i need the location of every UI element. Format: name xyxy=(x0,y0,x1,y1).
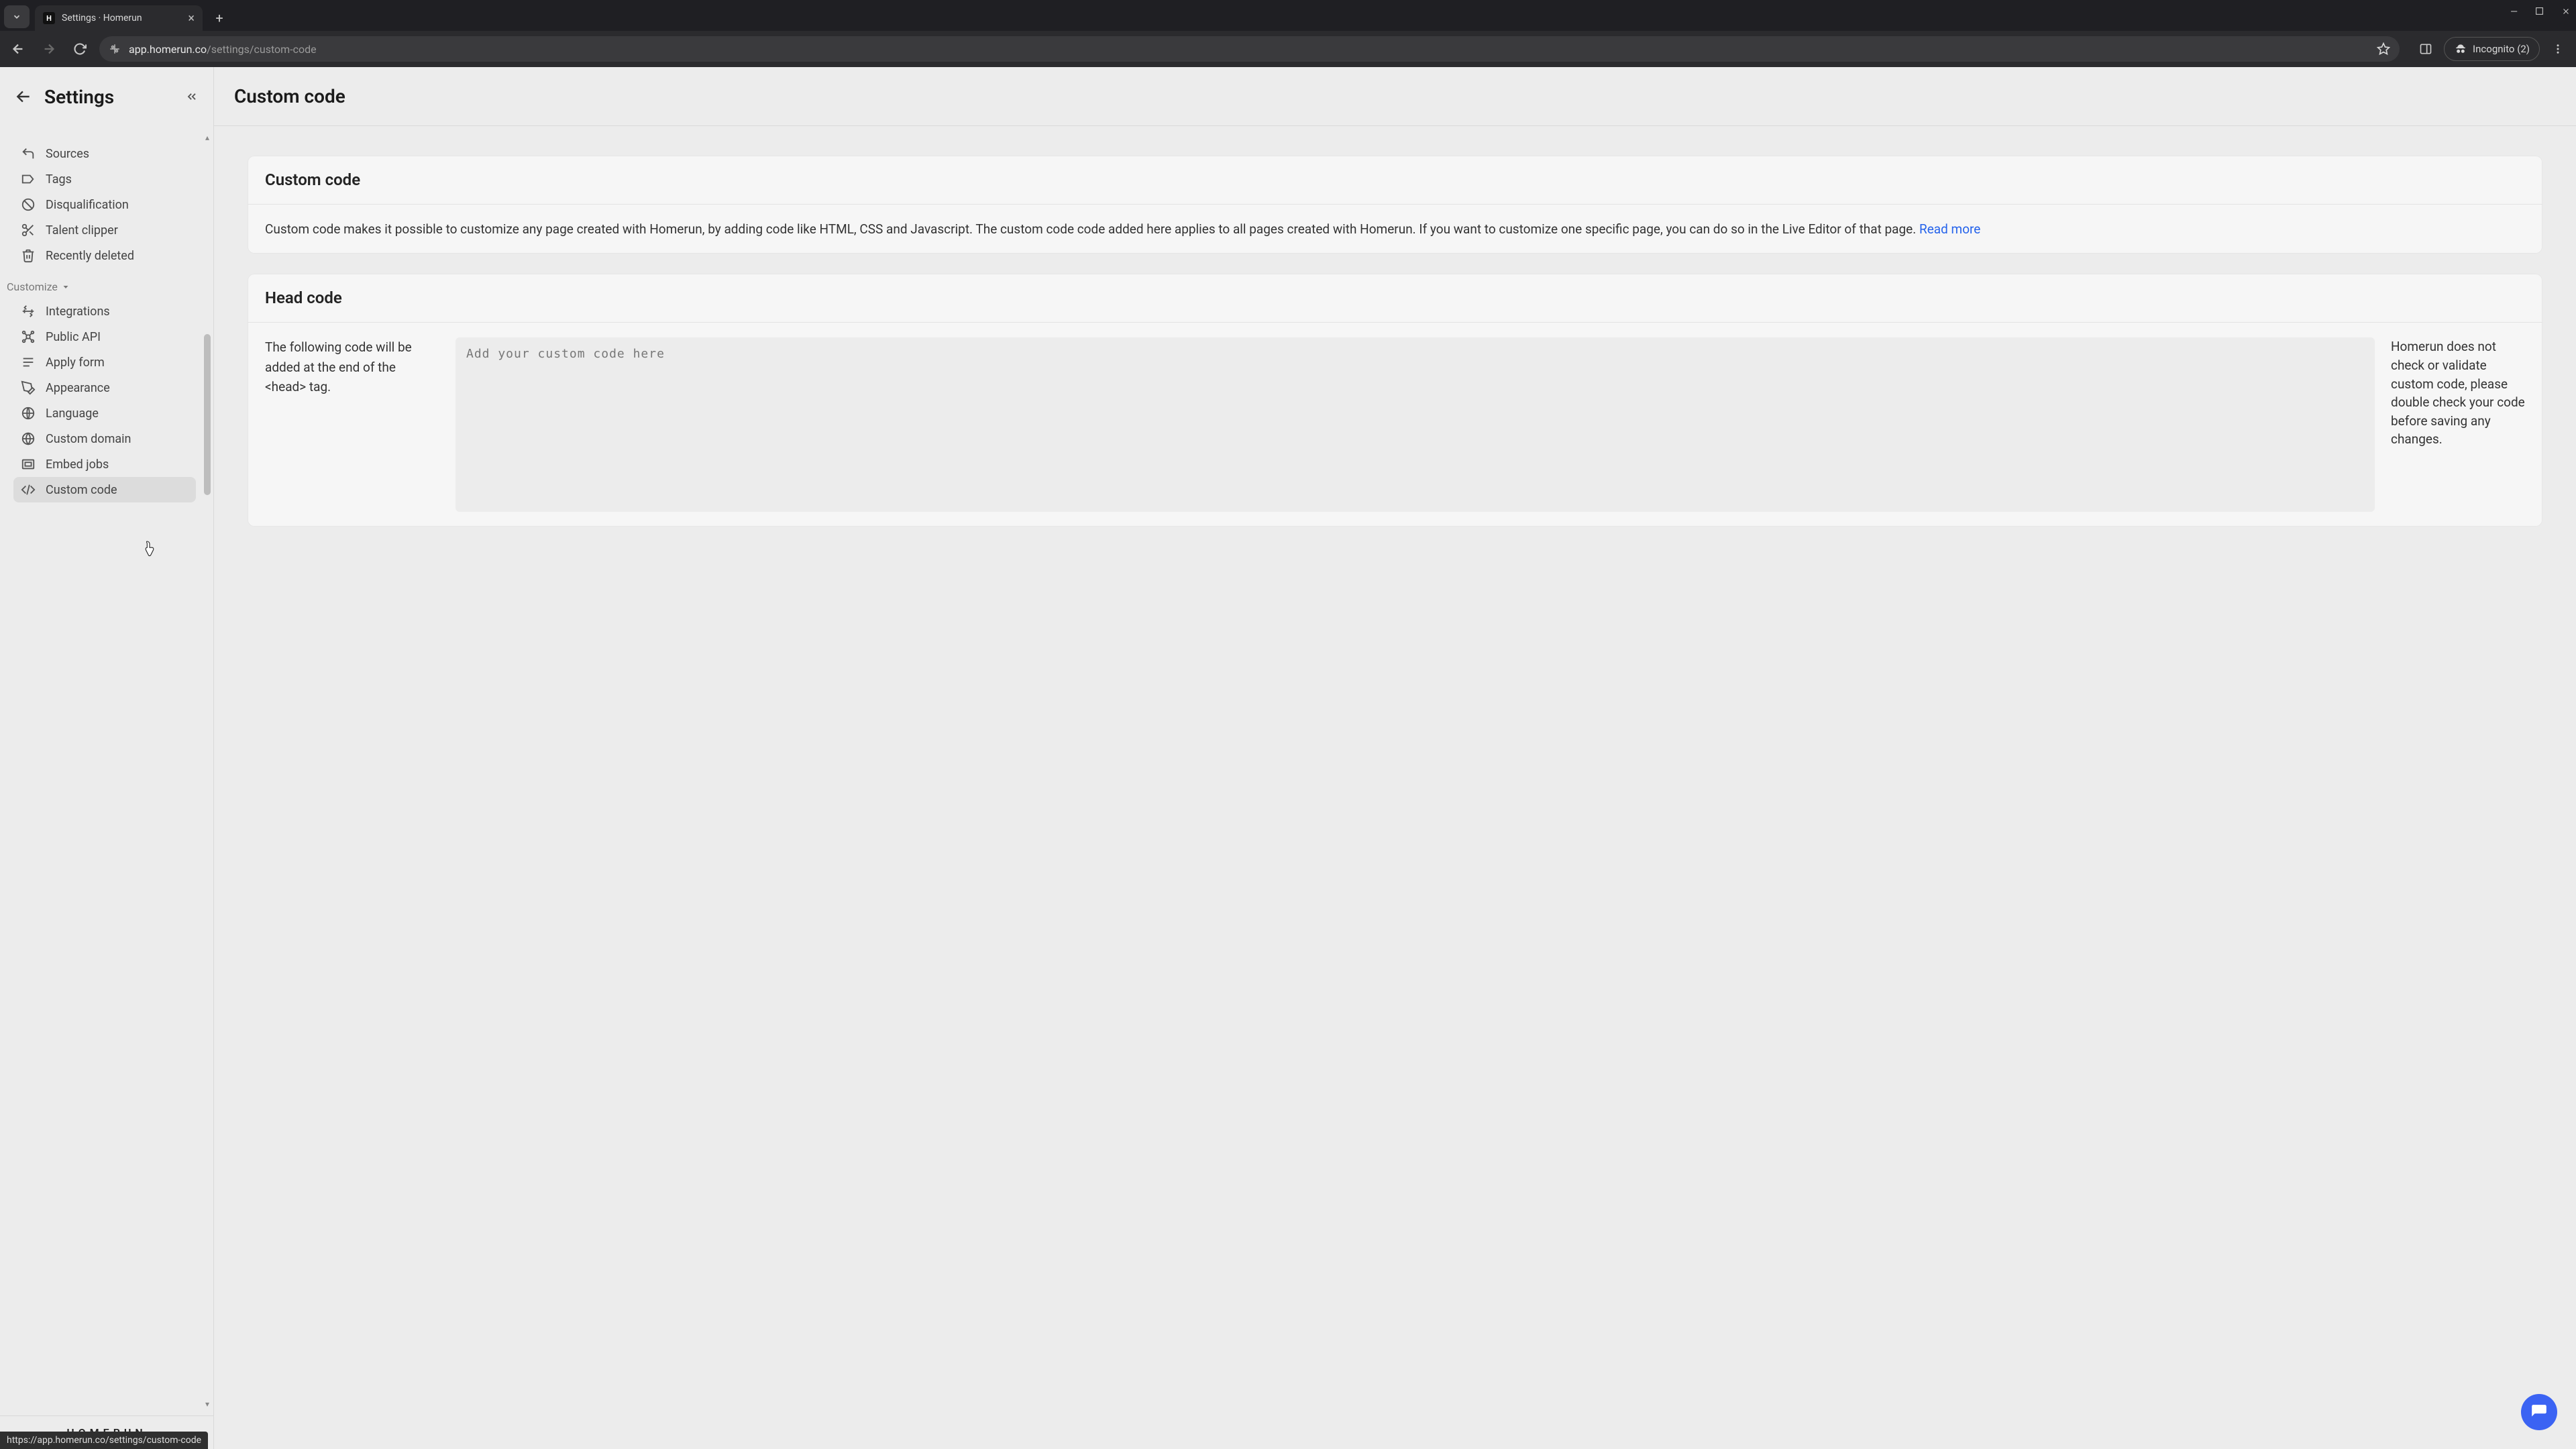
custom-code-card-heading: Custom code xyxy=(248,156,2542,205)
window-close-icon[interactable] xyxy=(2561,7,2571,17)
page-title: Custom code xyxy=(234,85,345,107)
sidebar-item-sources[interactable]: Sources xyxy=(13,141,196,166)
tab-favicon: H xyxy=(43,12,55,24)
window-maximize-icon[interactable] xyxy=(2535,7,2544,17)
side-panel-icon[interactable] xyxy=(2414,38,2437,60)
disqualification-icon xyxy=(20,197,36,213)
tab-close-icon[interactable]: × xyxy=(188,11,195,25)
tab-search-dropdown[interactable] xyxy=(4,5,30,28)
scissors-icon xyxy=(20,222,36,238)
sidebar-item-label: Language xyxy=(46,407,99,421)
sidebar-item-label: Public API xyxy=(46,330,101,344)
head-code-right-note: Homerun does not check or validate custo… xyxy=(2391,337,2525,448)
status-bar: https://app.homerun.co/settings/custom-c… xyxy=(0,1432,208,1449)
form-icon xyxy=(20,354,36,370)
sidebar-item-disqualification[interactable]: Disqualification xyxy=(13,192,196,217)
incognito-badge[interactable]: Incognito (2) xyxy=(2444,37,2540,61)
sidebar-item-tags[interactable]: Tags xyxy=(13,166,196,192)
sidebar-title: Settings xyxy=(44,86,114,108)
integrations-icon xyxy=(20,303,36,319)
sidebar-item-custom-domain[interactable]: Custom domain xyxy=(13,426,196,451)
sidebar-item-label: Sources xyxy=(46,147,89,161)
api-icon xyxy=(20,329,36,345)
sidebar-item-label: Disqualification xyxy=(46,198,129,212)
chat-fab[interactable] xyxy=(2521,1394,2557,1430)
sidebar-item-language[interactable]: Language xyxy=(13,400,196,426)
bookmark-star-icon[interactable] xyxy=(2377,42,2390,56)
chat-icon xyxy=(2530,1403,2548,1421)
window-minimize-icon[interactable]: — xyxy=(2510,7,2518,17)
appearance-icon xyxy=(20,380,36,396)
sidebar-item-embed-jobs[interactable]: Embed jobs xyxy=(13,451,196,477)
tags-icon xyxy=(20,171,36,187)
sidebar-item-label: Talent clipper xyxy=(46,223,118,237)
sidebar-item-talent-clipper[interactable]: Talent clipper xyxy=(13,217,196,243)
sidebar-item-label: Custom domain xyxy=(46,432,131,446)
sidebar-section-customize[interactable]: Customize xyxy=(0,268,201,299)
tab-title: Settings · Homerun xyxy=(62,13,142,23)
read-more-link[interactable]: Read more xyxy=(1919,221,1980,237)
sidebar-item-label: Custom code xyxy=(46,483,117,497)
language-icon xyxy=(20,405,36,421)
sidebar-item-apply-form[interactable]: Apply form xyxy=(13,350,196,375)
sidebar-item-label: Tags xyxy=(46,172,72,186)
sidebar-item-label: Integrations xyxy=(46,305,110,319)
globe-icon xyxy=(20,431,36,447)
trash-icon xyxy=(20,248,36,264)
browser-back-button[interactable] xyxy=(7,38,30,60)
sidebar-item-label: Appearance xyxy=(46,381,110,395)
head-code-textarea[interactable] xyxy=(455,337,2375,512)
sidebar-item-public-api[interactable]: Public API xyxy=(13,324,196,350)
chevron-down-icon xyxy=(62,283,70,291)
url-bar[interactable]: app.homerun.co/settings/custom-code xyxy=(99,36,2400,62)
new-tab-button[interactable]: + xyxy=(209,8,229,28)
scrollbar-down-icon[interactable]: ▾ xyxy=(203,1399,212,1409)
browser-forward-button[interactable] xyxy=(38,38,60,60)
sidebar-item-label: Embed jobs xyxy=(46,458,109,472)
browser-tab[interactable]: H Settings · Homerun × xyxy=(35,5,203,31)
url-path: /settings/custom-code xyxy=(207,43,317,56)
scrollbar-thumb[interactable] xyxy=(204,334,211,495)
incognito-label: Incognito (2) xyxy=(2473,43,2530,55)
sidebar-collapse-button[interactable] xyxy=(185,90,199,103)
code-icon xyxy=(20,482,36,498)
sidebar-item-label: Recently deleted xyxy=(46,249,134,263)
sidebar-item-recently-deleted[interactable]: Recently deleted xyxy=(13,243,196,268)
embed-icon xyxy=(20,456,36,472)
head-code-left-note: The following code will be added at the … xyxy=(265,337,439,396)
sidebar-item-appearance[interactable]: Appearance xyxy=(13,375,196,400)
browser-reload-button[interactable] xyxy=(68,38,91,60)
sidebar-item-label: Apply form xyxy=(46,356,105,370)
head-code-card-heading: Head code xyxy=(248,274,2542,323)
custom-code-description: Custom code makes it possible to customi… xyxy=(265,221,1919,237)
scrollbar-up-icon[interactable]: ▴ xyxy=(203,133,212,142)
status-url: https://app.homerun.co/settings/custom-c… xyxy=(7,1435,201,1446)
url-domain: app.homerun.co xyxy=(129,43,207,56)
site-info-icon[interactable] xyxy=(109,43,121,55)
sources-icon xyxy=(20,146,36,162)
sidebar-section-label: Customize xyxy=(7,280,58,293)
settings-back-button[interactable] xyxy=(15,88,32,105)
browser-menu-icon[interactable] xyxy=(2546,38,2569,60)
sidebar-item-integrations[interactable]: Integrations xyxy=(13,299,196,324)
sidebar-item-custom-code[interactable]: Custom code xyxy=(13,477,196,502)
